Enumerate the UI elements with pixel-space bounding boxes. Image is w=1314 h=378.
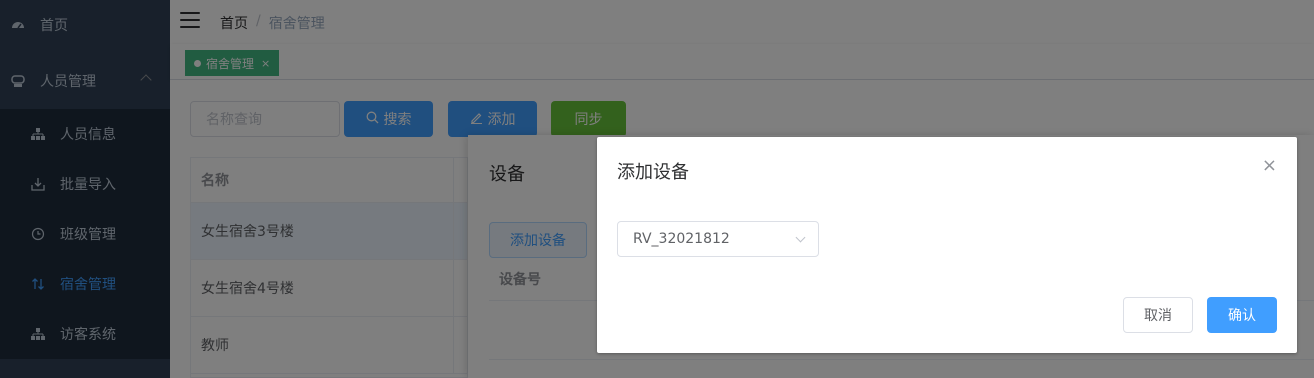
add-device-dialog: 添加设备 × RV_32021812 取消 确认 bbox=[597, 137, 1297, 353]
cancel-button[interactable]: 取消 bbox=[1123, 297, 1193, 333]
device-select-value: RV_32021812 bbox=[633, 231, 730, 247]
dialog-title: 添加设备 bbox=[617, 162, 689, 183]
confirm-button[interactable]: 确认 bbox=[1207, 297, 1277, 333]
close-icon[interactable]: × bbox=[1262, 155, 1277, 176]
device-select[interactable]: RV_32021812 bbox=[617, 221, 819, 257]
chevron-down-icon bbox=[795, 232, 806, 243]
